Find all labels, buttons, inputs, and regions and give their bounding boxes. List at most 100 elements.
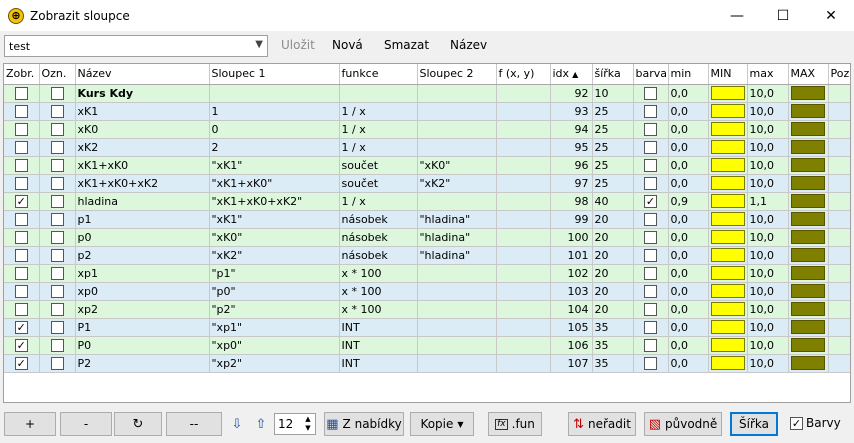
cell-funkce[interactable]: x * 100 <box>339 300 418 319</box>
min-color-swatch-cell[interactable] <box>708 174 748 193</box>
cell-fxy[interactable] <box>496 210 551 229</box>
colors-checkbox[interactable]: ✓ <box>790 416 803 430</box>
cell-sirka[interactable]: 25 <box>592 138 634 157</box>
show-checkbox-cell[interactable]: ✓ <box>4 192 40 211</box>
mark-checkbox-cell[interactable] <box>39 210 76 229</box>
color-checkbox[interactable] <box>644 104 657 118</box>
max-color-swatch[interactable] <box>790 212 825 226</box>
cell-sirka[interactable]: 10 <box>592 84 634 103</box>
cell-nazev[interactable]: hladina <box>75 192 210 211</box>
cell-idx[interactable]: 105 <box>550 318 593 337</box>
cell-sloupec2[interactable] <box>417 102 497 121</box>
cell-min[interactable]: 0,0 <box>668 210 709 229</box>
mark-checkbox[interactable] <box>50 176 64 190</box>
cell-min[interactable]: 0,0 <box>668 84 709 103</box>
show-checkbox-cell[interactable] <box>4 174 40 193</box>
header-min-color[interactable]: MIN <box>708 64 748 85</box>
original-button[interactable]: ▧ původně <box>644 412 722 436</box>
cell-fxy[interactable] <box>496 336 551 355</box>
mark-checkbox-cell[interactable] <box>39 102 76 121</box>
show-checkbox-cell[interactable] <box>4 264 40 283</box>
cell-nazev[interactable]: xp0 <box>75 282 210 301</box>
cell-idx[interactable]: 100 <box>550 228 593 247</box>
preset-select[interactable]: test ▼ <box>4 35 268 57</box>
stepper-arrows-icon[interactable]: ▲ ▼ <box>302 415 314 433</box>
cell-pozn[interactable] <box>828 84 850 103</box>
cell-nazev[interactable]: xK1+xK0 <box>75 156 210 175</box>
max-color-swatch[interactable] <box>790 266 825 280</box>
cell-max[interactable]: 10,0 <box>747 228 789 247</box>
cell-funkce[interactable]: x * 100 <box>339 264 418 283</box>
mark-checkbox-cell[interactable] <box>39 120 76 139</box>
cell-idx[interactable]: 99 <box>550 210 593 229</box>
cell-fxy[interactable] <box>496 174 551 193</box>
cell-pozn[interactable] <box>828 300 850 319</box>
min-color-swatch[interactable] <box>710 338 745 352</box>
mark-checkbox[interactable] <box>50 284 64 298</box>
color-checkbox-cell[interactable] <box>633 246 669 265</box>
color-checkbox-cell[interactable] <box>633 336 669 355</box>
cell-nazev[interactable]: p2 <box>75 246 210 265</box>
cell-funkce[interactable]: INT <box>339 318 418 337</box>
cell-idx[interactable]: 106 <box>550 336 593 355</box>
cell-sirka[interactable]: 35 <box>592 318 634 337</box>
max-color-swatch-cell[interactable] <box>788 300 829 319</box>
save-button[interactable]: Uložit <box>281 38 315 52</box>
cell-sloupec2[interactable]: "xK0" <box>417 156 497 175</box>
cell-min[interactable]: 0,0 <box>668 264 709 283</box>
mark-checkbox[interactable] <box>50 266 64 280</box>
cell-max[interactable]: 10,0 <box>747 174 789 193</box>
maximize-button[interactable]: ☐ <box>760 0 806 31</box>
minimize-button[interactable]: — <box>714 0 760 31</box>
color-checkbox-cell[interactable] <box>633 318 669 337</box>
cell-sirka[interactable]: 35 <box>592 336 634 355</box>
cell-sloupec1[interactable]: "p0" <box>209 282 340 301</box>
color-checkbox-cell[interactable] <box>633 228 669 247</box>
mark-checkbox-cell[interactable] <box>39 354 76 373</box>
cell-fxy[interactable] <box>496 318 551 337</box>
max-color-swatch[interactable] <box>790 320 825 334</box>
cell-sloupec2[interactable]: "hladina" <box>417 246 497 265</box>
cell-funkce[interactable]: násobek <box>339 210 418 229</box>
min-color-swatch[interactable] <box>710 248 745 262</box>
mark-checkbox[interactable] <box>50 320 64 334</box>
cell-sloupec1[interactable]: "xp2" <box>209 354 340 373</box>
mark-checkbox[interactable] <box>50 212 64 226</box>
min-color-swatch-cell[interactable] <box>708 282 748 301</box>
remove-button[interactable]: - <box>60 412 112 436</box>
min-color-swatch-cell[interactable] <box>708 228 748 247</box>
cell-nazev[interactable]: P0 <box>75 336 210 355</box>
color-checkbox[interactable] <box>644 86 657 100</box>
mark-checkbox-cell[interactable] <box>39 156 76 175</box>
show-checkbox-cell[interactable] <box>4 300 40 319</box>
min-color-swatch-cell[interactable] <box>708 300 748 319</box>
color-checkbox-cell[interactable] <box>633 156 669 175</box>
cell-max[interactable]: 10,0 <box>747 300 789 319</box>
mark-checkbox-cell[interactable] <box>39 300 76 319</box>
min-color-swatch[interactable] <box>710 212 745 226</box>
cell-sirka[interactable]: 40 <box>592 192 634 211</box>
header-max[interactable]: max <box>747 64 789 85</box>
cell-sloupec2[interactable] <box>417 192 497 211</box>
max-color-swatch-cell[interactable] <box>788 246 829 265</box>
max-color-swatch[interactable] <box>790 86 825 100</box>
max-color-swatch[interactable] <box>790 248 825 262</box>
header-sloupec2[interactable]: Sloupec 2 <box>417 64 497 85</box>
mark-checkbox[interactable] <box>50 86 64 100</box>
cell-sloupec1[interactable]: 1 <box>209 102 340 121</box>
cell-max[interactable]: 10,0 <box>747 156 789 175</box>
max-color-swatch[interactable] <box>790 140 825 154</box>
mark-checkbox[interactable] <box>50 302 64 316</box>
color-checkbox[interactable] <box>644 176 657 190</box>
cell-fxy[interactable] <box>496 228 551 247</box>
cell-max[interactable]: 1,1 <box>747 192 789 211</box>
min-color-swatch-cell[interactable] <box>708 84 748 103</box>
cell-min[interactable]: 0,0 <box>668 156 709 175</box>
color-checkbox-cell[interactable] <box>633 102 669 121</box>
color-checkbox[interactable] <box>644 212 657 226</box>
cell-sirka[interactable]: 25 <box>592 102 634 121</box>
cell-nazev[interactable]: xK1 <box>75 102 210 121</box>
mark-checkbox-cell[interactable] <box>39 246 76 265</box>
cell-max[interactable]: 10,0 <box>747 84 789 103</box>
min-color-swatch[interactable] <box>710 140 745 154</box>
